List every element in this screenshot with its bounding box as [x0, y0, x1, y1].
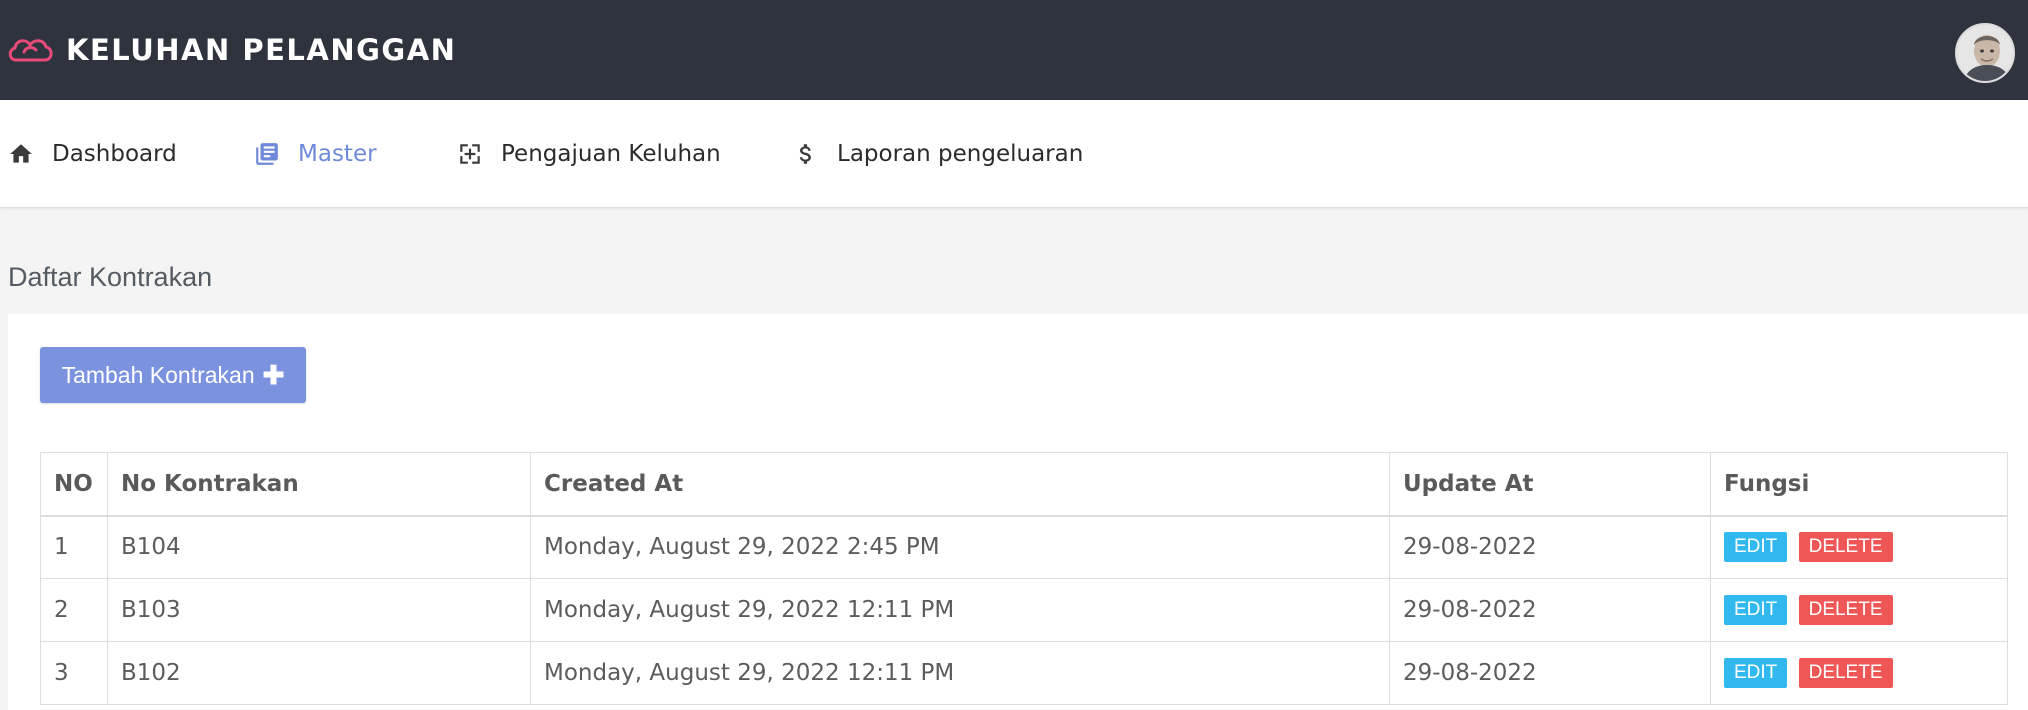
cell-update-at: 29-08-2022 — [1389, 641, 1711, 705]
col-header-no-kontrakan: No Kontrakan — [107, 452, 531, 517]
cell-update-at: 29-08-2022 — [1389, 515, 1711, 579]
cell-no-kontrakan: B104 — [107, 515, 531, 579]
edit-button[interactable]: EDIT — [1724, 595, 1788, 625]
add-kontrakan-button[interactable]: Tambah Kontrakan ✚ — [40, 347, 306, 403]
delete-button[interactable]: DELETE — [1798, 532, 1893, 563]
table-row: 2 B103 Monday, August 29, 2022 12:11 PM … — [40, 578, 2008, 642]
plus-icon: ✚ — [262, 359, 285, 390]
table-header-row: NO No Kontrakan Created At Update At Fun… — [40, 452, 2008, 517]
user-avatar-icon — [1957, 25, 2013, 81]
nav-item-laporan-pengeluaran[interactable]: Laporan pengeluaran — [793, 136, 1083, 172]
top-header: KELUHAN PELANGGAN — [0, 0, 2028, 100]
col-header-fungsi: Fungsi — [1710, 452, 2008, 517]
cell-fungsi: EDIT DELETE — [1710, 515, 2008, 579]
add-box-icon — [460, 144, 480, 164]
home-icon — [10, 144, 32, 163]
cloud-outline-icon — [8, 39, 53, 62]
nav-label-dashboard: Dashboard — [52, 141, 177, 167]
nav-label-master: Master — [298, 141, 377, 167]
content-panel: Tambah Kontrakan ✚ NO No Kontrakan Creat… — [8, 314, 2028, 710]
nav-item-pengajuan-keluhan[interactable]: Pengajuan Keluhan — [457, 136, 721, 172]
nav-label-pengajuan-keluhan: Pengajuan Keluhan — [501, 141, 721, 167]
app-title: KELUHAN PELANGGAN — [66, 33, 457, 67]
table-row: 1 B104 Monday, August 29, 2022 2:45 PM 2… — [40, 515, 2008, 579]
nav-item-master[interactable]: Master — [254, 136, 377, 172]
col-header-no: NO — [40, 452, 108, 517]
edit-button[interactable]: EDIT — [1724, 658, 1788, 688]
cell-no-kontrakan: B103 — [107, 578, 531, 642]
nav-label-laporan-pengeluaran: Laporan pengeluaran — [837, 141, 1084, 167]
dollar-icon — [799, 144, 811, 164]
col-header-update-at: Update At — [1389, 452, 1711, 517]
table-row: 3 B102 Monday, August 29, 2022 12:11 PM … — [40, 641, 2008, 705]
cell-fungsi: EDIT DELETE — [1710, 578, 2008, 642]
cell-update-at: 29-08-2022 — [1389, 578, 1711, 642]
cell-created-at: Monday, August 29, 2022 2:45 PM — [530, 515, 1390, 579]
delete-button[interactable]: DELETE — [1798, 658, 1893, 688]
cell-no-kontrakan: B102 — [107, 641, 531, 705]
add-kontrakan-label: Tambah Kontrakan — [61, 361, 255, 388]
cell-no: 1 — [40, 515, 108, 579]
delete-button[interactable]: DELETE — [1798, 595, 1893, 625]
page-title: Daftar Kontrakan — [8, 262, 213, 292]
col-header-created-at: Created At — [530, 452, 1390, 517]
kontrakan-table: NO No Kontrakan Created At Update At Fun… — [40, 452, 2008, 705]
cell-created-at: Monday, August 29, 2022 12:11 PM — [530, 641, 1390, 705]
cell-created-at: Monday, August 29, 2022 12:11 PM — [530, 578, 1390, 642]
main-nav: Dashboard Master Pengajuan Keluhan Lapor… — [0, 100, 2028, 208]
edit-button[interactable]: EDIT — [1724, 532, 1788, 563]
nav-item-dashboard[interactable]: Dashboard — [8, 136, 177, 172]
cell-fungsi: EDIT DELETE — [1710, 641, 2008, 705]
avatar[interactable] — [1955, 23, 2015, 83]
cell-no: 2 — [40, 578, 108, 642]
library-books-icon — [256, 143, 278, 165]
cell-no: 3 — [40, 641, 108, 705]
brand[interactable]: KELUHAN PELANGGAN — [6, 30, 456, 70]
